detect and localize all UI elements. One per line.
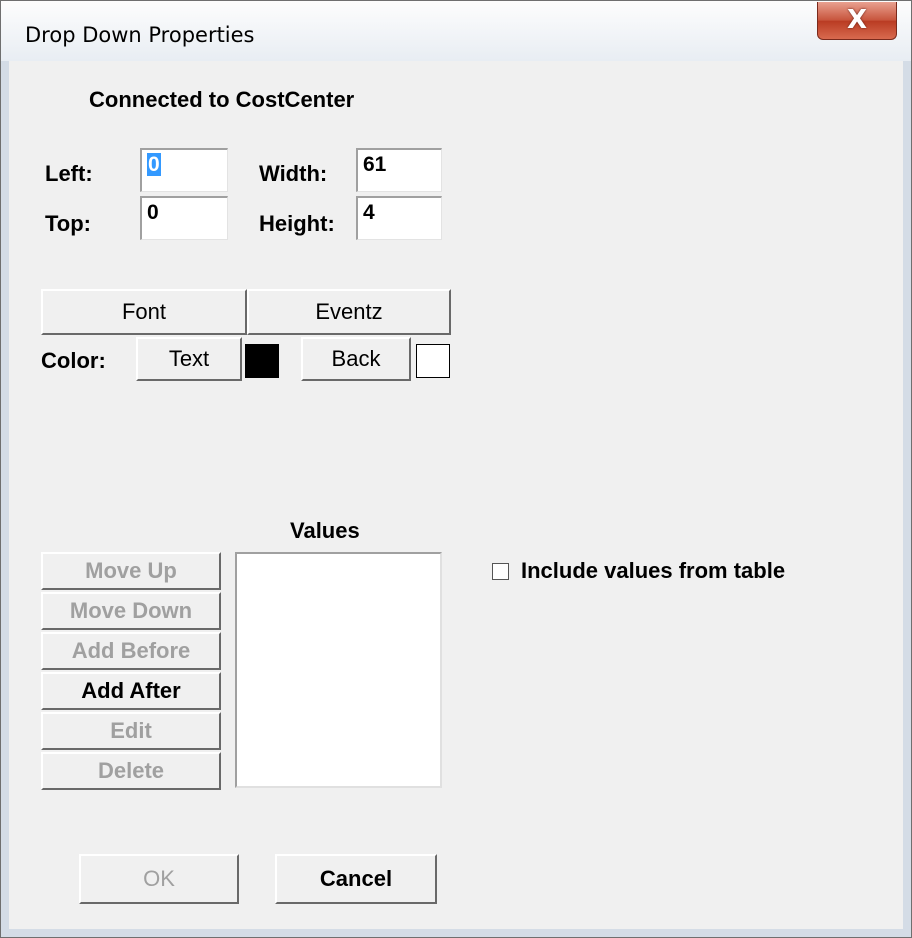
edit-button[interactable]: Edit [41, 712, 221, 750]
cancel-button[interactable]: Cancel [275, 854, 437, 904]
include-values-checkbox[interactable] [492, 563, 509, 580]
width-value: 61 [363, 153, 387, 176]
width-label: Width: [259, 161, 328, 186]
delete-button[interactable]: Delete [41, 752, 221, 790]
back-color-swatch[interactable] [416, 344, 450, 378]
window-title: Drop Down Properties [25, 23, 255, 47]
top-label: Top: [45, 211, 92, 236]
dialog-body: Connected to CostCenter Left: 0 Width: 6… [9, 61, 903, 929]
title-bar[interactable]: Drop Down Properties X [1, 1, 911, 61]
back-color-button[interactable]: Back [301, 337, 411, 381]
left-field[interactable]: 0 [140, 148, 228, 192]
add-after-button[interactable]: Add After [41, 672, 221, 710]
close-button[interactable]: X [817, 2, 897, 40]
add-before-button[interactable]: Add Before [41, 632, 221, 670]
height-field[interactable]: 4 [356, 196, 442, 240]
color-label: Color: [41, 348, 106, 373]
include-values-label[interactable]: Include values from table [521, 558, 785, 584]
ok-button[interactable]: OK [79, 854, 239, 904]
values-label: Values [290, 518, 360, 543]
dialog-window: Drop Down Properties X Connected to Cost… [0, 0, 912, 938]
move-up-button[interactable]: Move Up [41, 552, 221, 590]
close-icon: X [846, 5, 868, 35]
font-button[interactable]: Font [41, 289, 247, 335]
top-field[interactable]: 0 [140, 196, 228, 240]
left-value: 0 [147, 153, 161, 176]
height-label: Height: [259, 211, 335, 236]
move-down-button[interactable]: Move Down [41, 592, 221, 630]
width-field[interactable]: 61 [356, 148, 442, 192]
values-listbox[interactable] [235, 552, 442, 788]
height-value: 4 [363, 201, 375, 224]
connected-label: Connected to CostCenter [89, 87, 355, 112]
events-button[interactable]: Eventz [247, 289, 451, 335]
top-value: 0 [147, 201, 159, 224]
text-color-button[interactable]: Text [136, 337, 242, 381]
left-label: Left: [45, 161, 93, 186]
text-color-swatch[interactable] [245, 344, 279, 378]
